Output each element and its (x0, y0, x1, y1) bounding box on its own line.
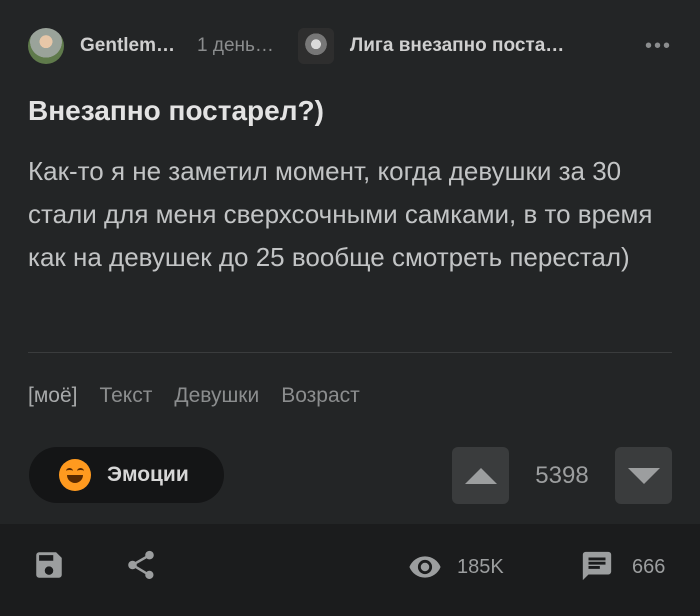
post-time: 1 день… (197, 35, 274, 56)
post-title[interactable]: Внезапно постарел?) (28, 95, 324, 127)
community-name[interactable]: Лига внезапно поста… (350, 35, 564, 57)
post-header: Gentlem… 1 день… Лига внезапно поста… ••… (28, 24, 672, 68)
smile-emoji-icon (59, 459, 91, 491)
upvote-button[interactable] (452, 447, 509, 504)
divider (28, 352, 672, 353)
tag-age[interactable]: Возраст (281, 384, 360, 408)
author-name[interactable]: Gentlem… (80, 35, 175, 57)
more-icon[interactable]: ••• (645, 36, 672, 56)
community-icon[interactable] (297, 28, 334, 64)
tag-list: [моё] Текст Девушки Возраст (28, 384, 360, 408)
arrow-up-icon (464, 467, 497, 484)
rating-value: 5398 (535, 461, 589, 489)
eye-icon (409, 556, 441, 578)
tag-girls[interactable]: Девушки (174, 384, 259, 408)
comment-icon[interactable] (580, 549, 614, 583)
post-body: Как-то я не заметил момент, когда девушк… (28, 156, 653, 272)
comments-count[interactable]: 666 (632, 556, 665, 579)
tag-moe[interactable]: [моё] (28, 384, 77, 408)
tag-text[interactable]: Текст (99, 384, 152, 408)
author-avatar[interactable] (28, 28, 64, 64)
views-count: 185K (457, 556, 504, 578)
emotions-button[interactable]: Эмоции (29, 447, 224, 503)
downvote-button[interactable] (615, 447, 672, 504)
emotions-label: Эмоции (107, 463, 189, 486)
save-icon[interactable] (32, 548, 66, 582)
arrow-down-icon (627, 467, 660, 484)
share-icon[interactable] (124, 548, 158, 582)
